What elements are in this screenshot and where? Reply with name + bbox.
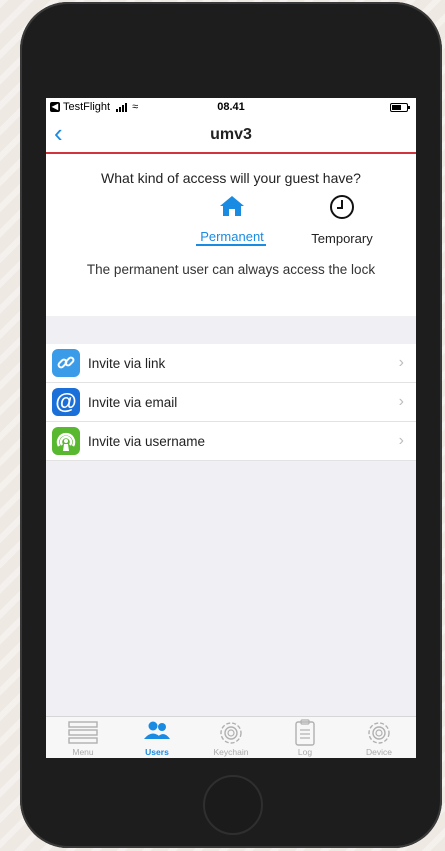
invite-list: Invite via link › @ Invite via email › I…: [46, 344, 416, 461]
page-title: umv3: [210, 126, 252, 143]
tab-label: Menu: [72, 747, 94, 757]
tab-keychain[interactable]: Keychain: [194, 717, 268, 758]
access-option-permanent[interactable]: Permanent: [194, 194, 270, 244]
list-item-label: Invite via email: [88, 394, 178, 410]
clipboard-icon: [295, 719, 315, 746]
tab-users[interactable]: Users: [120, 717, 194, 758]
at-icon: @: [52, 388, 80, 416]
chevron-right-icon: ›: [398, 393, 404, 410]
home-button[interactable]: [203, 775, 263, 835]
gear-icon: [220, 722, 242, 744]
tab-label: Device: [366, 747, 392, 757]
access-type-section: What kind of access will your guest have…: [46, 154, 416, 316]
tab-menu[interactable]: Menu: [46, 717, 120, 758]
tab-device[interactable]: Device: [342, 717, 416, 758]
user-signal-icon: [52, 427, 80, 455]
navigation-bar: ‹ umv3: [46, 116, 416, 154]
tab-label: Keychain: [213, 747, 249, 757]
list-item-label: Invite via link: [88, 355, 166, 371]
tab-bar: Menu Users Keychain Log Device: [46, 716, 416, 758]
chevron-right-icon: ›: [398, 432, 404, 449]
invite-via-username-row[interactable]: Invite via username ›: [46, 422, 416, 461]
gear-icon: [368, 722, 390, 744]
access-option-temporary[interactable]: Temporary: [308, 194, 376, 246]
access-option-label: Temporary: [311, 231, 373, 246]
status-time: 08.41: [217, 101, 245, 113]
status-bar: ◀ TestFlight ≈ 08.41: [46, 98, 416, 116]
tab-log[interactable]: Log: [268, 717, 342, 758]
invite-via-link-row[interactable]: Invite via link ›: [46, 344, 416, 383]
house-icon: [220, 196, 244, 216]
link-icon: [52, 349, 80, 377]
selected-indicator: [196, 244, 266, 246]
chevron-right-icon: ›: [398, 354, 404, 371]
access-question: What kind of access will your guest have…: [101, 170, 361, 186]
clock-icon: [330, 195, 354, 219]
battery-icon: [390, 103, 410, 112]
access-option-label: Permanent: [200, 229, 264, 244]
menu-icon: [68, 721, 98, 744]
app-screen: ◀ TestFlight ≈ 08.41 ‹ umv3 What kind of…: [46, 98, 416, 758]
tab-label: Log: [297, 747, 313, 757]
invite-via-email-row[interactable]: @ Invite via email ›: [46, 383, 416, 422]
users-icon: [144, 721, 170, 739]
list-item-label: Invite via username: [88, 433, 206, 449]
access-description: The permanent user can always access the…: [86, 262, 376, 277]
tab-label: Users: [145, 747, 169, 757]
